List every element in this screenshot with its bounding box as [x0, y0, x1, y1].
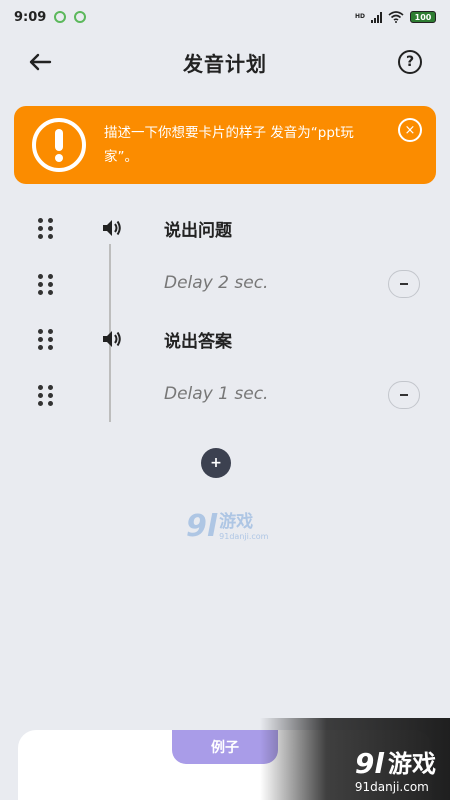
status-bar: 9:09 HD 100 [0, 0, 450, 34]
remove-step-button[interactable] [388, 381, 420, 409]
example-tab-label: 例子 [211, 740, 239, 756]
battery-icon: 100 [410, 11, 436, 23]
watermark-url: 91danji.com [219, 532, 269, 541]
watermark-number: 9l [186, 509, 218, 544]
drag-handle-icon[interactable] [38, 385, 54, 407]
drag-handle-icon[interactable] [38, 274, 54, 296]
help-button[interactable]: ? [398, 50, 422, 74]
speaker-icon[interactable] [100, 216, 124, 240]
add-step-button[interactable]: + [201, 448, 231, 478]
arrow-left-icon [29, 53, 52, 71]
watermark-text: 游戏 [219, 512, 254, 532]
delay-label[interactable]: Delay 2 sec. [164, 273, 268, 293]
drag-handle-icon[interactable] [38, 329, 54, 351]
signal-icon [371, 11, 382, 23]
speaker-icon[interactable] [100, 327, 124, 351]
status-icons: HD 100 [355, 11, 436, 23]
exclamation-icon [32, 118, 86, 172]
corner-watermark-number: 9l [354, 747, 384, 780]
wifi-icon [388, 11, 404, 23]
step-row-speak: 说出问题 [0, 200, 450, 256]
step-label[interactable]: 说出问题 [164, 216, 232, 241]
step-row-speak: 说出答案 [0, 311, 450, 367]
plus-icon: + [210, 455, 222, 471]
hd-label: HD [354, 13, 365, 20]
step-row-delay: Delay 2 sec. [0, 256, 450, 312]
info-banner: 描述一下你想要卡片的样子 发音为“ppt玩家”。 × [14, 106, 436, 184]
banner-text: 描述一下你想要卡片的样子 发音为“ppt玩家”。 [104, 125, 354, 165]
delay-label[interactable]: Delay 1 sec. [164, 384, 268, 404]
watermark-logo: 9l 游戏 91danji.com [186, 512, 268, 542]
step-row-delay: Delay 1 sec. [0, 367, 450, 423]
corner-watermark: 9l 游戏 91danji.com [260, 718, 450, 800]
corner-watermark-url: 91danji.com [354, 780, 429, 794]
minus-icon [400, 394, 408, 396]
remove-step-button[interactable] [388, 270, 420, 298]
page-title: 发音计划 [183, 51, 267, 76]
close-icon[interactable]: × [398, 118, 422, 142]
app-header: 发音计划 ? [0, 40, 450, 84]
notification-icon [54, 11, 67, 23]
minus-icon [400, 283, 408, 285]
step-label[interactable]: 说出答案 [164, 327, 232, 352]
close-glyph: × [404, 122, 416, 138]
corner-watermark-text: 游戏 [388, 750, 436, 778]
drag-handle-icon[interactable] [38, 218, 54, 240]
notification-icon [74, 11, 87, 23]
back-button[interactable] [26, 50, 54, 74]
status-time: 9:09 [14, 9, 47, 25]
help-icon: ? [405, 54, 415, 70]
